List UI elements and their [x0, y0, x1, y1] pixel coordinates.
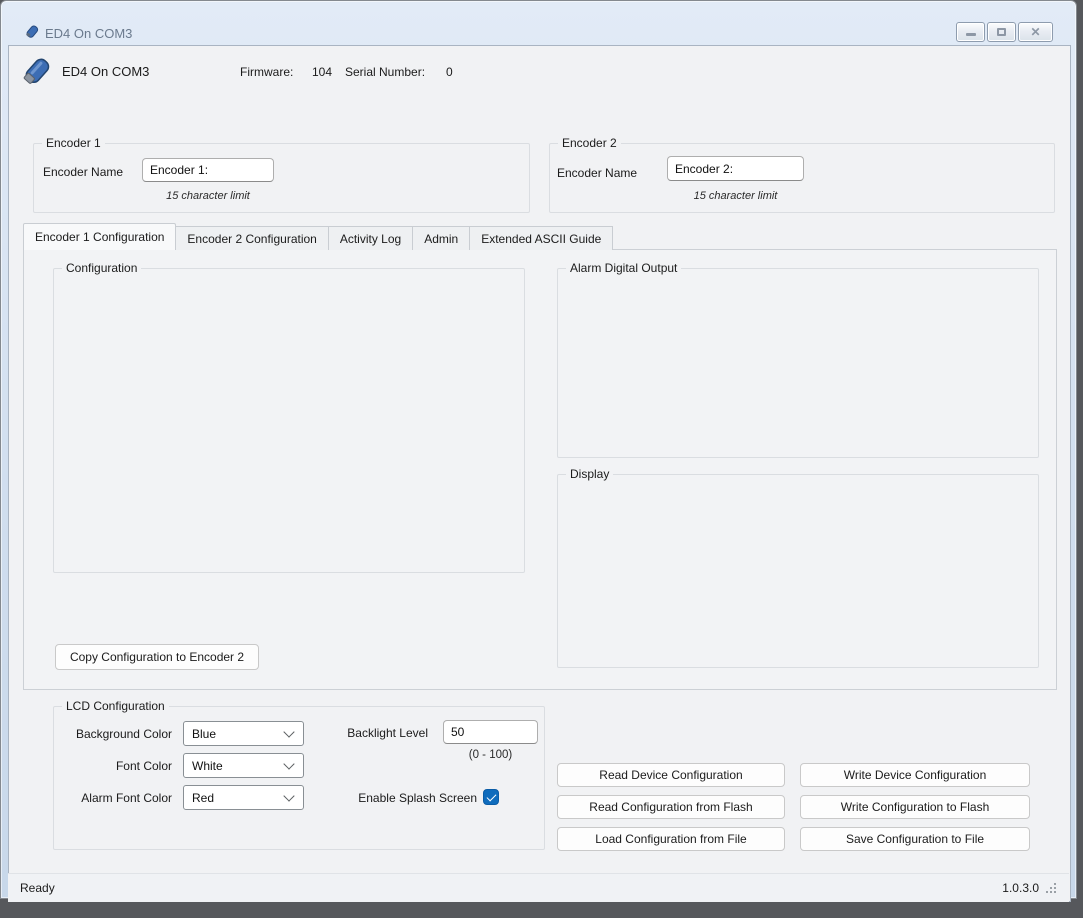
alarm-font-color-label: Alarm Font Color: [52, 791, 172, 805]
configuration-group: Configuration: [53, 268, 525, 573]
alarm-font-color-combo-value: Red: [192, 791, 214, 805]
encoder2-name-hint: 15 character limit: [667, 190, 804, 202]
enable-splash-screen-checkbox[interactable]: [483, 789, 499, 805]
resize-grip-icon[interactable]: [1045, 882, 1057, 894]
background-color-combo[interactable]: Blue: [183, 721, 304, 746]
tab-admin[interactable]: Admin: [412, 226, 470, 250]
firmware-value: 104: [312, 65, 332, 79]
encoder1-group-title: Encoder 1: [42, 136, 105, 150]
configuration-group-title: Configuration: [62, 261, 141, 275]
tab-strip: Encoder 1 Configuration Encoder 2 Config…: [23, 223, 612, 250]
tab-extended-ascii-guide[interactable]: Extended ASCII Guide: [469, 226, 613, 250]
enable-splash-screen-label[interactable]: Enable Splash Screen: [320, 791, 477, 805]
encoder1-name-hint: 15 character limit: [142, 190, 274, 202]
encoder2-name-input[interactable]: [667, 156, 804, 181]
alarm-font-color-combo[interactable]: Red: [183, 785, 304, 810]
font-color-label: Font Color: [52, 759, 172, 773]
encoder1-name-label: Encoder Name: [43, 165, 123, 179]
app-icon: [24, 24, 40, 40]
write-configuration-to-flash-button[interactable]: Write Configuration to Flash: [800, 795, 1030, 819]
header-title: ED4 On COM3: [62, 64, 149, 79]
close-icon: ✕: [1030, 26, 1040, 38]
copy-configuration-button[interactable]: Copy Configuration to Encoder 2: [55, 644, 259, 670]
maximize-icon: [997, 28, 1006, 36]
read-configuration-from-flash-button[interactable]: Read Configuration from Flash: [557, 795, 785, 819]
desktop-background: ED4 On COM3 ✕ ED4 On COM3 Firmware: 104 …: [0, 0, 1083, 918]
lcd-group-title: LCD Configuration: [62, 699, 169, 713]
font-color-combo-value: White: [192, 759, 223, 773]
backlight-level-hint: (0 - 100): [443, 749, 538, 761]
write-device-configuration-button[interactable]: Write Device Configuration: [800, 763, 1030, 787]
status-bar: Ready 1.0.3.0: [8, 873, 1069, 902]
encoder1-name-input[interactable]: [142, 158, 274, 182]
version-text: 1.0.3.0: [1002, 881, 1039, 895]
alarm-group-title: Alarm Digital Output: [566, 261, 681, 275]
load-configuration-from-file-button[interactable]: Load Configuration from File: [557, 827, 785, 851]
window-title: ED4 On COM3: [45, 26, 132, 41]
background-color-combo-value: Blue: [192, 727, 216, 741]
display-group-title: Display: [566, 467, 613, 481]
backlight-level-input[interactable]: [443, 720, 538, 744]
background-color-label: Background Color: [52, 727, 172, 741]
tab-encoder2-configuration[interactable]: Encoder 2 Configuration: [175, 226, 328, 250]
alarm-digital-output-group: Alarm Digital Output: [557, 268, 1039, 458]
close-button[interactable]: ✕: [1018, 22, 1053, 42]
maximize-button[interactable]: [987, 22, 1016, 42]
minimize-icon: [966, 33, 976, 36]
backlight-level-label: Backlight Level: [325, 726, 428, 740]
encoder2-group-title: Encoder 2: [558, 136, 621, 150]
read-device-configuration-button[interactable]: Read Device Configuration: [557, 763, 785, 787]
save-configuration-to-file-button[interactable]: Save Configuration to File: [800, 827, 1030, 851]
font-color-combo[interactable]: White: [183, 753, 304, 778]
minimize-button[interactable]: [956, 22, 985, 42]
device-icon: [18, 54, 52, 90]
titlebar[interactable]: ED4 On COM3: [2, 10, 1077, 45]
firmware-label: Firmware:: [240, 65, 293, 79]
tab-encoder1-configuration[interactable]: Encoder 1 Configuration: [23, 223, 176, 250]
status-text: Ready: [20, 881, 55, 895]
tab-activity-log[interactable]: Activity Log: [328, 226, 413, 250]
serial-number-label: Serial Number:: [345, 65, 425, 79]
encoder2-name-label: Encoder Name: [557, 166, 637, 180]
serial-number-value: 0: [446, 65, 453, 79]
display-group: Display: [557, 474, 1039, 668]
